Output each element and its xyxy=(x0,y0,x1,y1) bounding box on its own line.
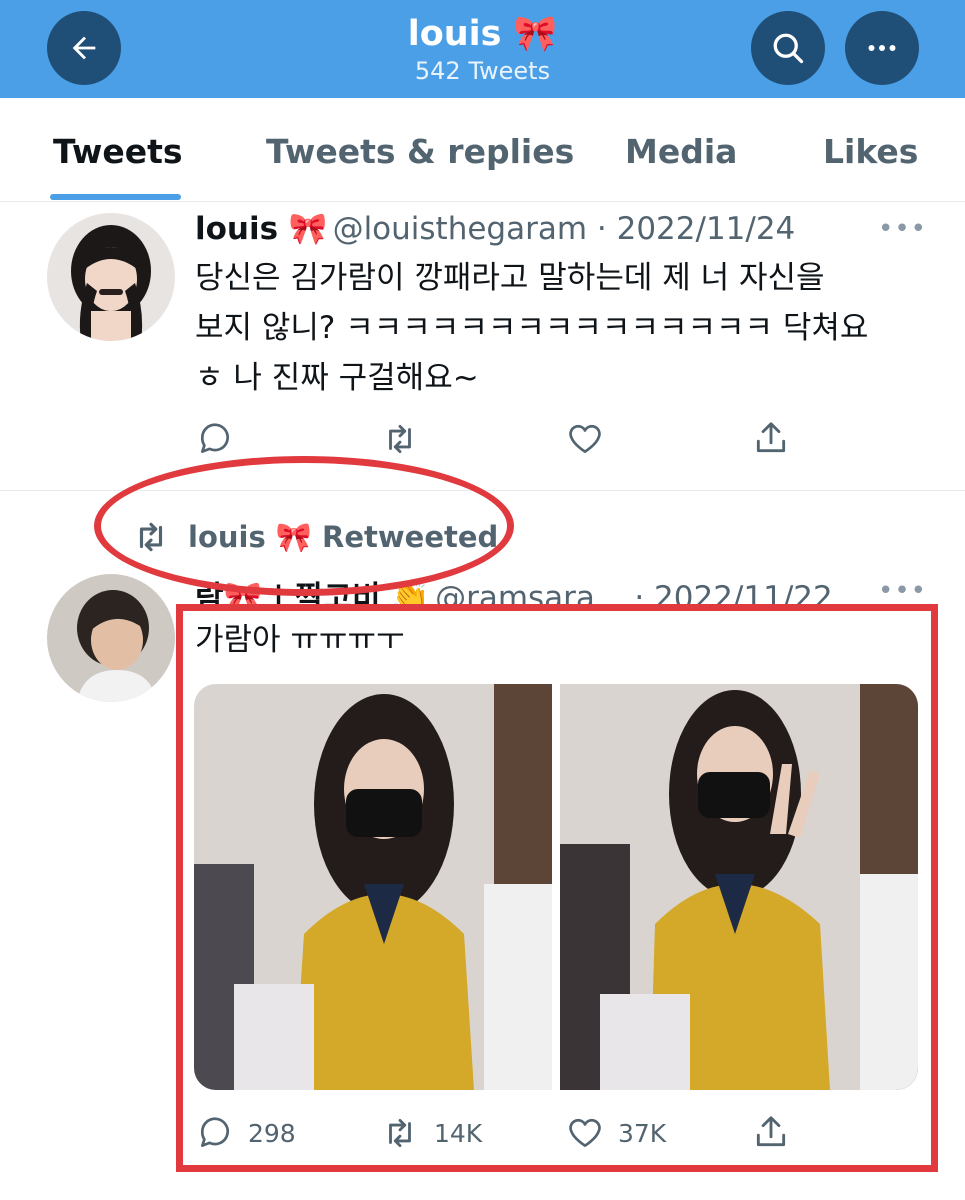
tab-tweets[interactable]: Tweets xyxy=(53,132,183,172)
retweet-icon xyxy=(389,424,411,454)
heart-icon xyxy=(569,424,601,454)
profile-header: louis 🎀 542 Tweets xyxy=(0,0,965,98)
more-horizontal-icon xyxy=(868,45,896,51)
active-tab-indicator xyxy=(50,194,181,200)
search-icon xyxy=(773,33,804,64)
search-button[interactable] xyxy=(751,11,825,85)
tweet-handle-date[interactable]: @ramsara... · 2022/11/22 xyxy=(435,580,833,606)
avatar-photo xyxy=(47,213,175,341)
annotation-ellipse xyxy=(94,456,514,596)
tab-media[interactable]: Media xyxy=(625,132,737,172)
tab-likes[interactable]: Likes xyxy=(823,132,918,172)
share-button[interactable] xyxy=(752,418,790,458)
tweet-more-icon[interactable]: ••• xyxy=(878,576,927,606)
tweet-text-line: ㅎ 나 진짜 구걸해요~ xyxy=(195,360,479,396)
profile-tabs: Tweets Tweets & replies Media Likes xyxy=(0,98,965,202)
tab-tweets-and-replies[interactable]: Tweets & replies xyxy=(266,132,574,172)
annotation-rectangle xyxy=(176,604,938,1172)
tweet-handle-date[interactable]: @louisthegaram · 2022/11/24 xyxy=(333,211,796,247)
reply-button[interactable] xyxy=(196,420,234,458)
tweet-more-icon[interactable]: ••• xyxy=(878,214,927,244)
more-options-button[interactable] xyxy=(845,11,919,85)
avatar[interactable] xyxy=(47,574,175,702)
avatar[interactable] xyxy=(47,213,175,341)
like-button[interactable] xyxy=(566,420,604,458)
retweet-button[interactable] xyxy=(380,420,420,458)
tweet-text-line: 보지 않니? ㅋㅋㅋㅋㅋㅋㅋㅋㅋㅋㅋㅋㅋㅋㅋ 닥쳐요 xyxy=(195,310,869,346)
tweet-text-line: 당신은 김가람이 깡패라고 말하는데 제 너 자신을 xyxy=(195,260,825,296)
tweet-author-name[interactable]: louis 🎀 xyxy=(195,211,327,247)
reply-icon xyxy=(200,423,230,454)
avatar-photo xyxy=(47,574,175,702)
share-icon xyxy=(756,422,786,453)
tweet-header: louis 🎀 @louisthegaram · 2022/11/24 xyxy=(195,210,795,247)
